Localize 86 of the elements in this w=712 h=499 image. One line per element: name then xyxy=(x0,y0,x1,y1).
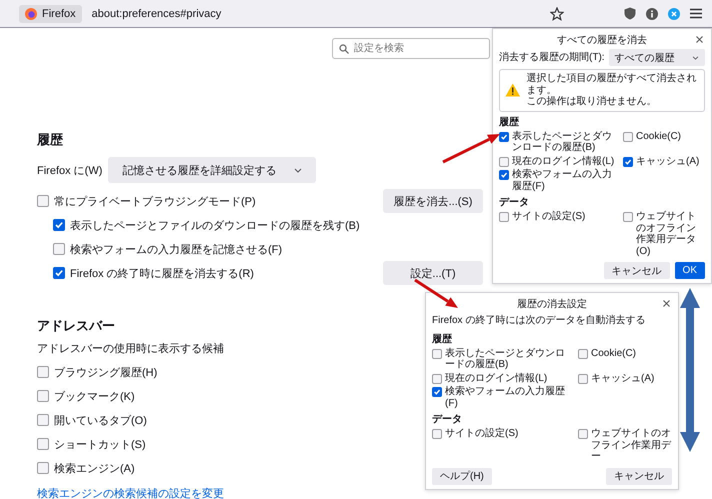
checkbox[interactable] xyxy=(37,195,49,207)
field-label: 消去する履歴の期間(T): xyxy=(499,52,605,64)
dialog-title: すべての履歴を消去 xyxy=(557,34,647,46)
warning-text: 選択した項目の履歴がすべて消去されます。 xyxy=(526,73,698,96)
range-select[interactable]: すべての履歴 xyxy=(608,49,705,66)
star-icon[interactable] xyxy=(550,6,564,20)
checkbox-label: Firefox の終了時に履歴を消去する(R) xyxy=(70,266,254,280)
checkbox-label: Cookie(C) xyxy=(636,130,682,142)
checkbox-label: 現在のログイン情報(L) xyxy=(512,156,614,167)
checkbox[interactable] xyxy=(578,429,588,439)
history-mode-select[interactable]: 記憶させる履歴を詳細設定する xyxy=(108,157,316,183)
search-icon xyxy=(339,44,349,54)
ok-button[interactable]: OK xyxy=(674,262,705,279)
checkbox[interactable] xyxy=(53,267,65,279)
checkbox[interactable] xyxy=(432,429,442,439)
warning-icon xyxy=(505,82,521,98)
checkbox-label: 表示したページとダウンロードの履歴(B) xyxy=(512,130,613,154)
checkbox-label: キャッシュ(A) xyxy=(591,372,654,384)
checkbox-label: ブックマーク(K) xyxy=(54,390,135,404)
checkbox[interactable] xyxy=(499,132,509,142)
checkbox[interactable] xyxy=(432,348,442,358)
checkbox-label: サイトの設定(S) xyxy=(512,211,586,222)
section-description: アドレスバーの使用時に表示する候補 xyxy=(37,342,224,356)
settings-link[interactable]: 検索エンジンの検索候補の設定を変更 xyxy=(37,486,483,499)
checkbox-label: ウェブサイトのオフライン作業用データ(O) xyxy=(636,211,697,257)
checkbox-label: 検索やフォームの入力履歴を記憶させる(F) xyxy=(70,242,282,256)
checkbox-label: ショートカット(S) xyxy=(54,438,146,452)
checkbox[interactable] xyxy=(37,390,49,402)
checkbox[interactable] xyxy=(37,414,49,426)
section-heading: アドレスバー xyxy=(37,317,115,335)
checkbox[interactable] xyxy=(623,156,633,166)
checkbox[interactable] xyxy=(432,374,442,384)
checkbox[interactable] xyxy=(499,170,509,180)
checkbox[interactable] xyxy=(499,212,509,222)
section-heading: 履歴 xyxy=(37,131,63,149)
group-heading: 履歴 xyxy=(432,332,453,346)
warning-text: この操作は取り消せません。 xyxy=(526,96,658,108)
chevron-icon xyxy=(294,168,302,172)
site-identity-chip[interactable]: Firefox xyxy=(19,4,82,22)
checkbox-label: 開いているタブ(O) xyxy=(54,414,147,428)
checkbox[interactable] xyxy=(53,219,65,231)
checkbox[interactable] xyxy=(53,243,65,255)
info-icon[interactable] xyxy=(646,8,658,20)
cancel-button[interactable]: キャンセル xyxy=(606,468,672,484)
checkbox-label: 現在のログイン情報(L) xyxy=(445,372,548,384)
arrow xyxy=(414,278,458,308)
url-text[interactable]: about:preferences#privacy xyxy=(92,8,540,20)
checkbox[interactable] xyxy=(499,156,509,166)
checkbox[interactable] xyxy=(37,438,49,450)
logo-icon xyxy=(25,8,37,20)
checkbox[interactable] xyxy=(37,366,49,378)
checkbox-label: ウェブサイトのオフライン作業用デー xyxy=(591,428,672,462)
checkbox-label: キャッシュ(A) xyxy=(636,156,700,167)
checkbox-label: 常にプライベートブラウジングモード(P) xyxy=(54,194,256,208)
checkbox[interactable] xyxy=(623,212,633,222)
group-heading: 履歴 xyxy=(499,116,520,128)
action-button[interactable]: 履歴を消去...(S) xyxy=(383,189,483,213)
x-circle-icon[interactable] xyxy=(668,8,680,20)
checkbox-label: 表示したページとダウンロードの履歴(B) xyxy=(445,348,566,370)
help-button[interactable]: ヘルプ(H) xyxy=(432,468,492,484)
checkbox[interactable] xyxy=(578,374,588,384)
checkbox[interactable] xyxy=(37,462,49,474)
chevron-icon xyxy=(692,56,699,60)
dialog-description: Firefox の終了時には次のデータを自動消去する xyxy=(432,315,646,326)
dialog-title: 履歴の消去設定 xyxy=(517,298,587,310)
menu-icon[interactable] xyxy=(690,8,702,19)
checkbox[interactable] xyxy=(432,387,442,397)
search-field[interactable]: 設定を検索 xyxy=(332,38,490,59)
checkbox-label: 検索エンジン(A) xyxy=(54,462,135,476)
close-icon[interactable] xyxy=(696,36,703,43)
checkbox[interactable] xyxy=(623,132,633,142)
checkbox-label: 表示したページとファイルのダウンロードの履歴を残す(B) xyxy=(70,218,360,232)
field-label: Firefox に(W) xyxy=(37,164,102,178)
checkbox[interactable] xyxy=(578,348,588,358)
checkbox-label: サイトの設定(S) xyxy=(445,428,518,440)
action-button[interactable]: 設定...(T) xyxy=(383,261,483,285)
checkbox-label: 検索やフォームの入力履歴(F) xyxy=(445,386,566,409)
checkbox-label: Cookie(C) xyxy=(591,348,636,359)
arrow xyxy=(442,134,500,164)
checkbox-label: 検索やフォームの入力履歴(F) xyxy=(512,169,613,192)
group-heading: データ xyxy=(499,196,530,209)
cancel-button[interactable]: キャンセル xyxy=(604,262,670,279)
close-icon[interactable] xyxy=(663,300,670,307)
group-heading: データ xyxy=(432,413,463,426)
checkbox-label: ブラウジング履歴(H) xyxy=(54,366,158,380)
shield-icon[interactable] xyxy=(624,7,636,20)
